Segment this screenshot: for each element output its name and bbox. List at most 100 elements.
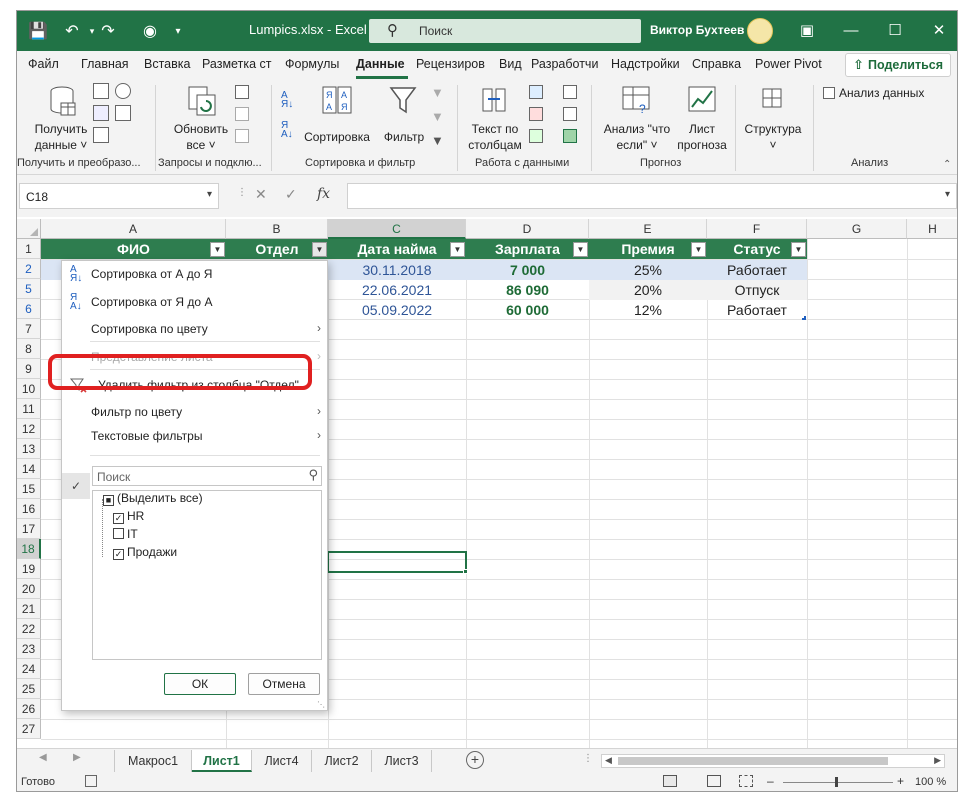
- tab-view[interactable]: Вид: [499, 57, 522, 71]
- sort-za-icon[interactable]: Я А↓: [281, 121, 293, 140]
- filter-dropdown-button[interactable]: ▼: [691, 242, 706, 257]
- row-header[interactable]: 14: [17, 459, 41, 479]
- reapply-filter-icon[interactable]: ▼: [431, 109, 444, 124]
- sheet-tab-macro1[interactable]: Макрос1: [114, 750, 192, 772]
- sheet-tab-list2[interactable]: Лист2: [312, 750, 372, 772]
- minimize-button[interactable]: —: [833, 19, 869, 43]
- row-header[interactable]: 6: [17, 299, 41, 319]
- table-cell[interactable]: 05.09.2022: [328, 300, 466, 320]
- expand-formula-icon[interactable]: ▾: [945, 189, 950, 200]
- undo-icon[interactable]: ↶: [61, 20, 83, 42]
- row-header[interactable]: 24: [17, 659, 41, 679]
- row-header[interactable]: 2: [17, 259, 41, 279]
- tab-home[interactable]: Главная: [81, 57, 129, 71]
- tab-insert[interactable]: Вставка: [144, 57, 190, 71]
- filter-search-input[interactable]: Поиск ⚲: [92, 466, 322, 486]
- tab-power-pivot[interactable]: Power Pivot: [755, 57, 822, 71]
- scrollbar-thumb[interactable]: [618, 757, 888, 765]
- tab-split-icon[interactable]: ⋮: [583, 753, 593, 764]
- customize-toolbar-icon[interactable]: ▾: [167, 20, 189, 42]
- zoom-out-icon[interactable]: –: [767, 774, 774, 788]
- scroll-right-icon[interactable]: ▶: [934, 755, 941, 766]
- table-resize-handle[interactable]: [802, 316, 806, 320]
- row-header[interactable]: 5: [17, 279, 41, 299]
- list-item-hr[interactable]: ✓ HR: [113, 509, 144, 524]
- menu-item-sort-az[interactable]: А Я↓ Сортировка от А до Я: [62, 263, 327, 285]
- tab-addins[interactable]: Надстройки: [611, 57, 680, 71]
- menu-item-filter-by-color[interactable]: Фильтр по цвету ›: [62, 401, 327, 423]
- col-header-d[interactable]: D: [466, 219, 589, 239]
- filter-applied-button[interactable]: ▼: [312, 242, 327, 257]
- row-header[interactable]: 20: [17, 579, 41, 599]
- enter-icon[interactable]: ✓: [285, 186, 297, 203]
- clear-filter-icon[interactable]: ▼: [431, 85, 444, 100]
- table-cell[interactable]: 7 000: [466, 260, 589, 280]
- table-cell[interactable]: 25%: [589, 260, 707, 280]
- row-header[interactable]: 25: [17, 679, 41, 699]
- row-header[interactable]: 19: [17, 559, 41, 579]
- add-sheet-icon[interactable]: +: [466, 751, 484, 769]
- forecast-sheet-button[interactable]: Лист прогноза: [671, 121, 733, 153]
- filter-dropdown-button[interactable]: ▼: [450, 242, 465, 257]
- row-header[interactable]: 27: [17, 719, 41, 739]
- from-text-icon[interactable]: [93, 83, 109, 99]
- menu-item-text-filters[interactable]: Текстовые фильтры ›: [62, 425, 327, 447]
- edit-links-icon[interactable]: [235, 129, 249, 143]
- tab-help[interactable]: Справка: [692, 57, 741, 71]
- sheet-tab-list4[interactable]: Лист4: [252, 750, 312, 772]
- consolidate-icon[interactable]: [563, 85, 577, 99]
- row-header[interactable]: 18: [17, 539, 41, 559]
- existing-connections-icon[interactable]: [93, 127, 109, 143]
- row-header[interactable]: 13: [17, 439, 41, 459]
- sheet-tab-list1[interactable]: Лист1: [192, 750, 252, 772]
- sort-button[interactable]: Сортировка: [304, 129, 370, 145]
- col-header-c[interactable]: C: [328, 219, 466, 239]
- row-header[interactable]: 17: [17, 519, 41, 539]
- data-validation-icon[interactable]: [529, 129, 543, 143]
- row-header[interactable]: 11: [17, 399, 41, 419]
- list-item-select-all[interactable]: ■ (Выделить все): [103, 491, 203, 506]
- queries-connections-icon[interactable]: [235, 85, 249, 99]
- cancel-button[interactable]: Отмена: [248, 673, 320, 695]
- refresh-all-button[interactable]: Обновить все ˅: [171, 121, 231, 153]
- normal-view-icon[interactable]: [663, 775, 677, 787]
- filter-dropdown-button[interactable]: ▼: [573, 242, 588, 257]
- table-cell[interactable]: Работает: [707, 260, 807, 280]
- col-header-g[interactable]: G: [807, 219, 907, 239]
- fill-handle[interactable]: [463, 569, 468, 574]
- accessibility-icon[interactable]: [85, 775, 97, 787]
- ok-button[interactable]: ОК: [164, 673, 236, 695]
- sheet-tab-list3[interactable]: Лист3: [372, 750, 432, 772]
- properties-icon[interactable]: [235, 107, 249, 121]
- row-header[interactable]: 15: [17, 479, 41, 499]
- checkbox-checked[interactable]: ✓: [113, 513, 124, 524]
- resize-grip-icon[interactable]: ⋱: [317, 700, 325, 709]
- col-header-h[interactable]: H: [907, 219, 957, 239]
- row-header[interactable]: 23: [17, 639, 41, 659]
- tab-formulas[interactable]: Формулы: [285, 57, 339, 71]
- filter-dropdown-button[interactable]: ▼: [791, 242, 806, 257]
- tab-file[interactable]: Файл: [28, 57, 59, 71]
- row-header[interactable]: 26: [17, 699, 41, 719]
- table-cell[interactable]: 30.11.2018: [328, 260, 466, 280]
- outline-button[interactable]: Структура ˅: [739, 121, 807, 153]
- share-button[interactable]: ⇧ Поделиться: [845, 53, 951, 77]
- cancel-icon[interactable]: ✕: [255, 186, 267, 203]
- tab-review[interactable]: Рецензиров: [416, 57, 485, 71]
- table-cell[interactable]: 22.06.2021: [328, 280, 466, 300]
- selected-cell[interactable]: [327, 551, 467, 573]
- tab-data[interactable]: Данные: [356, 57, 405, 71]
- scroll-left-icon[interactable]: ◀: [605, 755, 612, 766]
- close-button[interactable]: ✕: [921, 19, 957, 43]
- tab-page-layout[interactable]: Разметка ст: [202, 57, 271, 71]
- formula-input[interactable]: ▾: [347, 183, 957, 209]
- redo-icon[interactable]: ↷: [97, 20, 119, 42]
- advanced-filter-icon[interactable]: ▼: [431, 133, 444, 148]
- camera-icon[interactable]: ◉: [139, 20, 161, 42]
- checkbox-unchecked[interactable]: [113, 528, 124, 539]
- list-item-it[interactable]: IT: [113, 527, 138, 541]
- table-cell[interactable]: Отпуск: [707, 280, 807, 300]
- scroll-left-icon[interactable]: ◀: [39, 752, 47, 763]
- from-table-icon[interactable]: [93, 105, 109, 121]
- col-header-f[interactable]: F: [707, 219, 807, 239]
